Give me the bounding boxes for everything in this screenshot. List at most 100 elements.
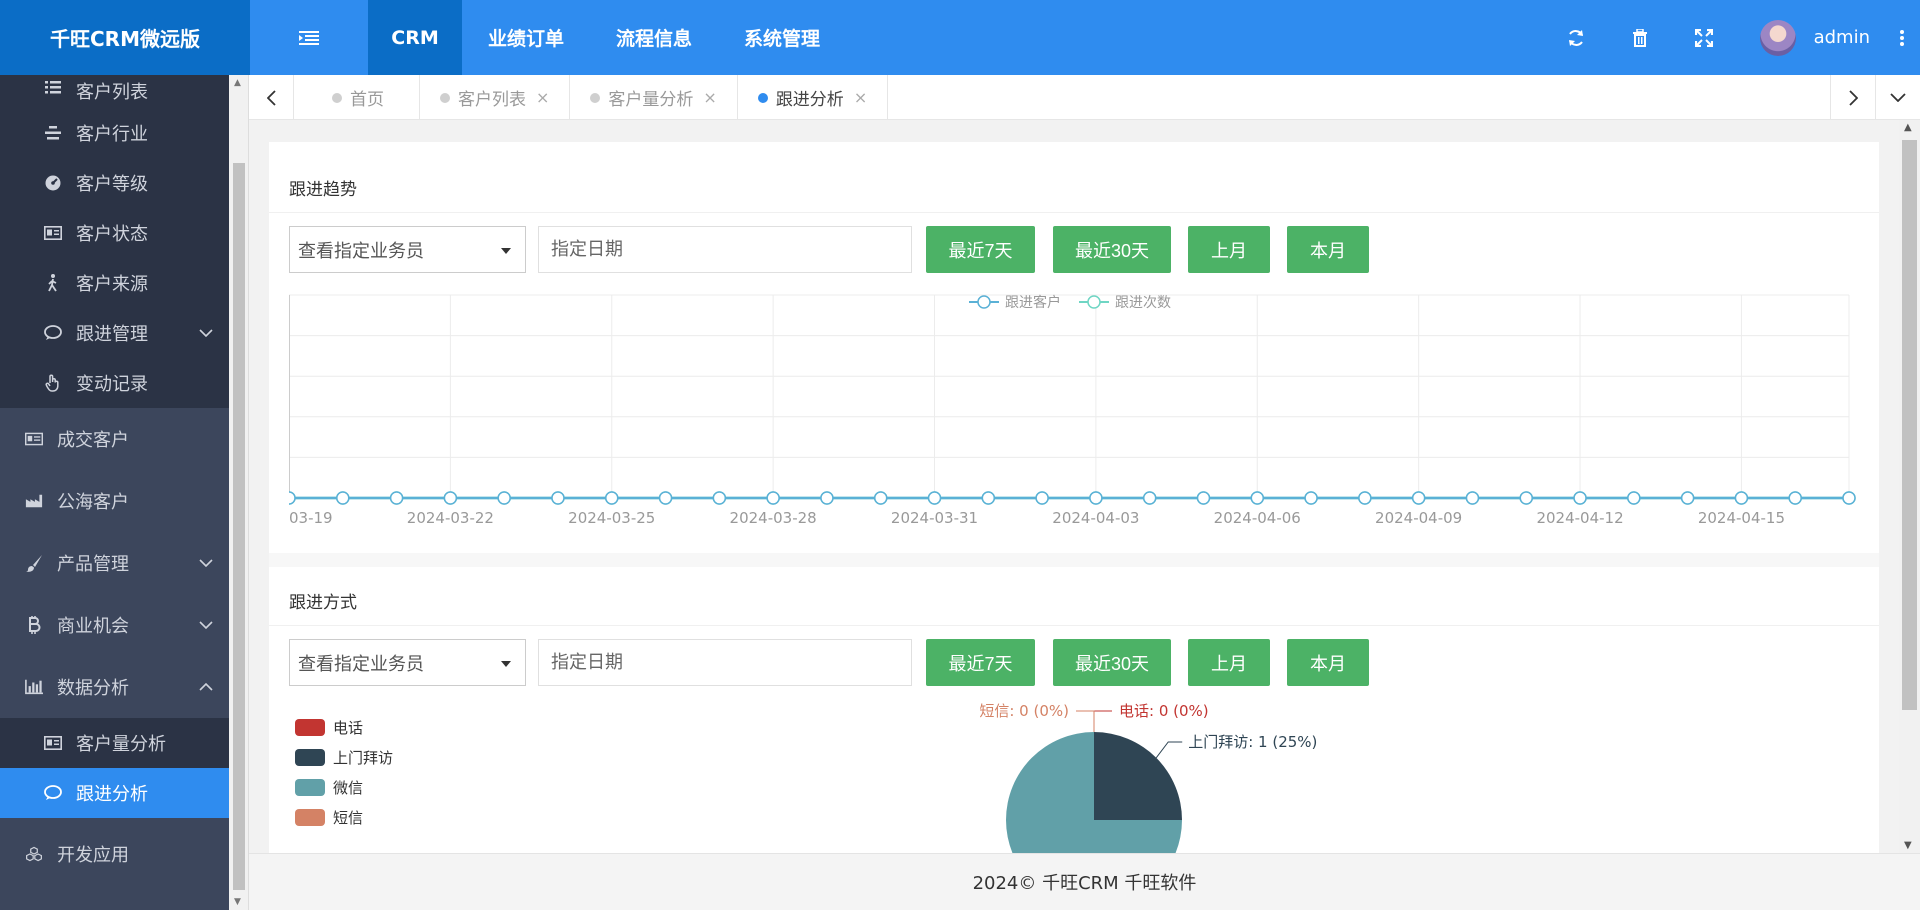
user-menu[interactable]: admin (1736, 0, 1884, 75)
divider (269, 625, 1879, 626)
this-month-button-2[interactable]: 本月 (1287, 639, 1369, 686)
section-title-method: 跟进方式 (289, 593, 357, 613)
sidebar-scrollbar[interactable]: ▲ ▼ (229, 75, 249, 910)
app-logo[interactable]: 千旺CRM微远版 (0, 0, 250, 75)
tab-close-icon[interactable]: × (536, 88, 549, 107)
main-content: 跟进趋势 查看指定业务员 最近7天 最近30天 上月 本月 03-19 2024-… (249, 120, 1899, 853)
sidebar-item-customer-source[interactable]: 客户来源 (0, 258, 229, 308)
last-month-button[interactable]: 上月 (1188, 226, 1270, 273)
data-point (1250, 491, 1265, 505)
data-point (1035, 491, 1049, 505)
data-point (1358, 491, 1372, 505)
menu-toggle-button[interactable] (250, 0, 368, 75)
sidebar-item-followup[interactable]: 跟进管理 (0, 308, 229, 358)
sidebar-item-label: 数据分析 (57, 678, 129, 699)
last-7-days-button[interactable]: 最近7天 (926, 226, 1035, 273)
chevron-down-icon (1890, 93, 1906, 102)
sidebar-item-followup-analysis[interactable]: 跟进分析 (0, 768, 229, 818)
sidebar-item-products[interactable]: 产品管理 (0, 532, 229, 594)
this-month-button[interactable]: 本月 (1287, 226, 1369, 273)
last-month-button-2[interactable]: 上月 (1188, 639, 1270, 686)
sidebar-item-label: 跟进分析 (76, 784, 148, 805)
tab-customer-list[interactable]: 客户列表 × (420, 75, 571, 120)
industry-chart-icon (25, 492, 43, 510)
sidebar-item-label: 开发应用 (57, 845, 129, 866)
fullscreen-icon (1694, 28, 1713, 47)
sidebar-item-customer-volume[interactable]: 客户量分析 (0, 718, 229, 768)
sidebar-item-label: 公海客户 (57, 492, 129, 513)
main-scrollbar[interactable]: ▲ ▼ (1899, 120, 1920, 853)
scroll-up-arrow-icon[interactable]: ▲ (1904, 122, 1912, 133)
top-nav-orders[interactable]: 业绩订单 (462, 0, 590, 75)
data-point (1089, 491, 1103, 505)
followup-method-chart: 电话: 0 (0%) 上门拜访: 1 (25%) 短信: 0 (0%) (269, 690, 1879, 853)
sidebar-item-customer-industry[interactable]: 客户行业 (0, 108, 229, 158)
scroll-down-arrow-icon[interactable]: ▼ (1904, 840, 1912, 851)
sidebar-scroll-thumb[interactable] (233, 163, 245, 890)
legend-label: 跟进次数 (1115, 295, 1171, 311)
data-point (981, 491, 996, 505)
last-30-days-button-2[interactable]: 最近30天 (1053, 639, 1171, 686)
clear-cache-button[interactable] (1608, 0, 1672, 75)
tab-dot (757, 92, 768, 103)
tab-close-icon[interactable]: × (703, 88, 716, 107)
walk-icon (44, 274, 62, 292)
tab-home[interactable]: 首页 (294, 75, 420, 120)
pie-leader-line (1093, 710, 1112, 732)
pie-chart-svg: 电话: 0 (0%) 上门拜访: 1 (25%) 短信: 0 (0%) (979, 702, 1317, 853)
sidebar-item-public-pool[interactable]: 公海客户 (0, 470, 229, 532)
top-nav-system[interactable]: 系统管理 (718, 0, 846, 75)
scroll-down-arrow-icon[interactable]: ▼ (234, 897, 241, 907)
last-7-days-button-2[interactable]: 最近7天 (926, 639, 1035, 686)
divider (269, 212, 1879, 213)
data-point (766, 491, 780, 505)
scroll-up-arrow-icon[interactable]: ▲ (234, 78, 241, 88)
date-input[interactable] (538, 226, 912, 273)
dashboard-icon (44, 174, 62, 192)
tab-followup-analysis[interactable]: 跟进分析 × (738, 75, 889, 120)
select-value: 查看指定业务员 (298, 240, 424, 262)
salesperson-select-2[interactable]: 查看指定业务员 (289, 639, 526, 686)
sidebar-item-label: 客户行业 (76, 124, 148, 145)
caret-down-icon (501, 248, 511, 254)
top-nav-workflow[interactable]: 流程信息 (590, 0, 718, 75)
sidebar-item-opportunities[interactable]: 商业机会 (0, 594, 229, 656)
copyright-text: 2024© 千旺CRM 千旺软件 (972, 873, 1197, 894)
sidebar-item-customer-level[interactable]: 客户等级 (0, 158, 229, 208)
date-input-2[interactable] (538, 639, 912, 686)
refresh-button[interactable] (1544, 0, 1608, 75)
trash-icon (1632, 28, 1647, 47)
sidebar-item-change-log[interactable]: 变动记录 (0, 358, 229, 408)
sidebar-item-customer-status[interactable]: 客户状态 (0, 208, 229, 258)
data-point (1734, 491, 1749, 505)
data-point (1196, 491, 1211, 505)
x-tick-label: 2024-04-12 (1536, 509, 1623, 527)
pie-slice-label: 电话: 0 (0%) (1119, 702, 1209, 720)
sidebar-item-customer-list[interactable]: 客户列表 (0, 75, 229, 108)
sidebar-item-label: 客户列表 (76, 82, 148, 103)
data-point (1519, 491, 1533, 505)
data-point (1465, 491, 1480, 505)
last-30-days-button[interactable]: 最近30天 (1053, 226, 1171, 273)
data-point (927, 491, 942, 505)
tabs-scroll-left-button[interactable] (249, 75, 294, 120)
tabs-scroll-right-button[interactable] (1830, 75, 1875, 120)
id-card-icon (44, 734, 62, 752)
tab-close-icon[interactable]: × (854, 88, 867, 107)
more-vertical-icon (1900, 29, 1904, 46)
top-nav-crm[interactable]: CRM (368, 0, 462, 75)
tabs-menu-button[interactable] (1875, 75, 1920, 120)
top-nav: CRM 业绩订单 流程信息 系统管理 (368, 0, 846, 75)
more-button[interactable] (1884, 0, 1920, 75)
main-scroll-thumb[interactable] (1902, 140, 1917, 710)
tabs: 首页 客户列表 × 客户量分析 × 跟进分析 × (294, 75, 889, 120)
sidebar-item-data-analysis[interactable]: 数据分析 (0, 656, 229, 718)
sidebar-item-dev-apps[interactable]: 开发应用 (0, 818, 229, 890)
salesperson-select[interactable]: 查看指定业务员 (289, 226, 526, 273)
fullscreen-button[interactable] (1672, 0, 1736, 75)
tab-customer-volume[interactable]: 客户量分析 × (570, 75, 738, 120)
data-point (1627, 491, 1641, 505)
chevron-down-icon (199, 559, 213, 567)
sidebar-item-deals[interactable]: 成交客户 (0, 408, 229, 470)
customer-submenu: 客户列表 客户行业 客户等级 客户状态 客户来源 跟进管理 变动记录 (0, 75, 229, 408)
